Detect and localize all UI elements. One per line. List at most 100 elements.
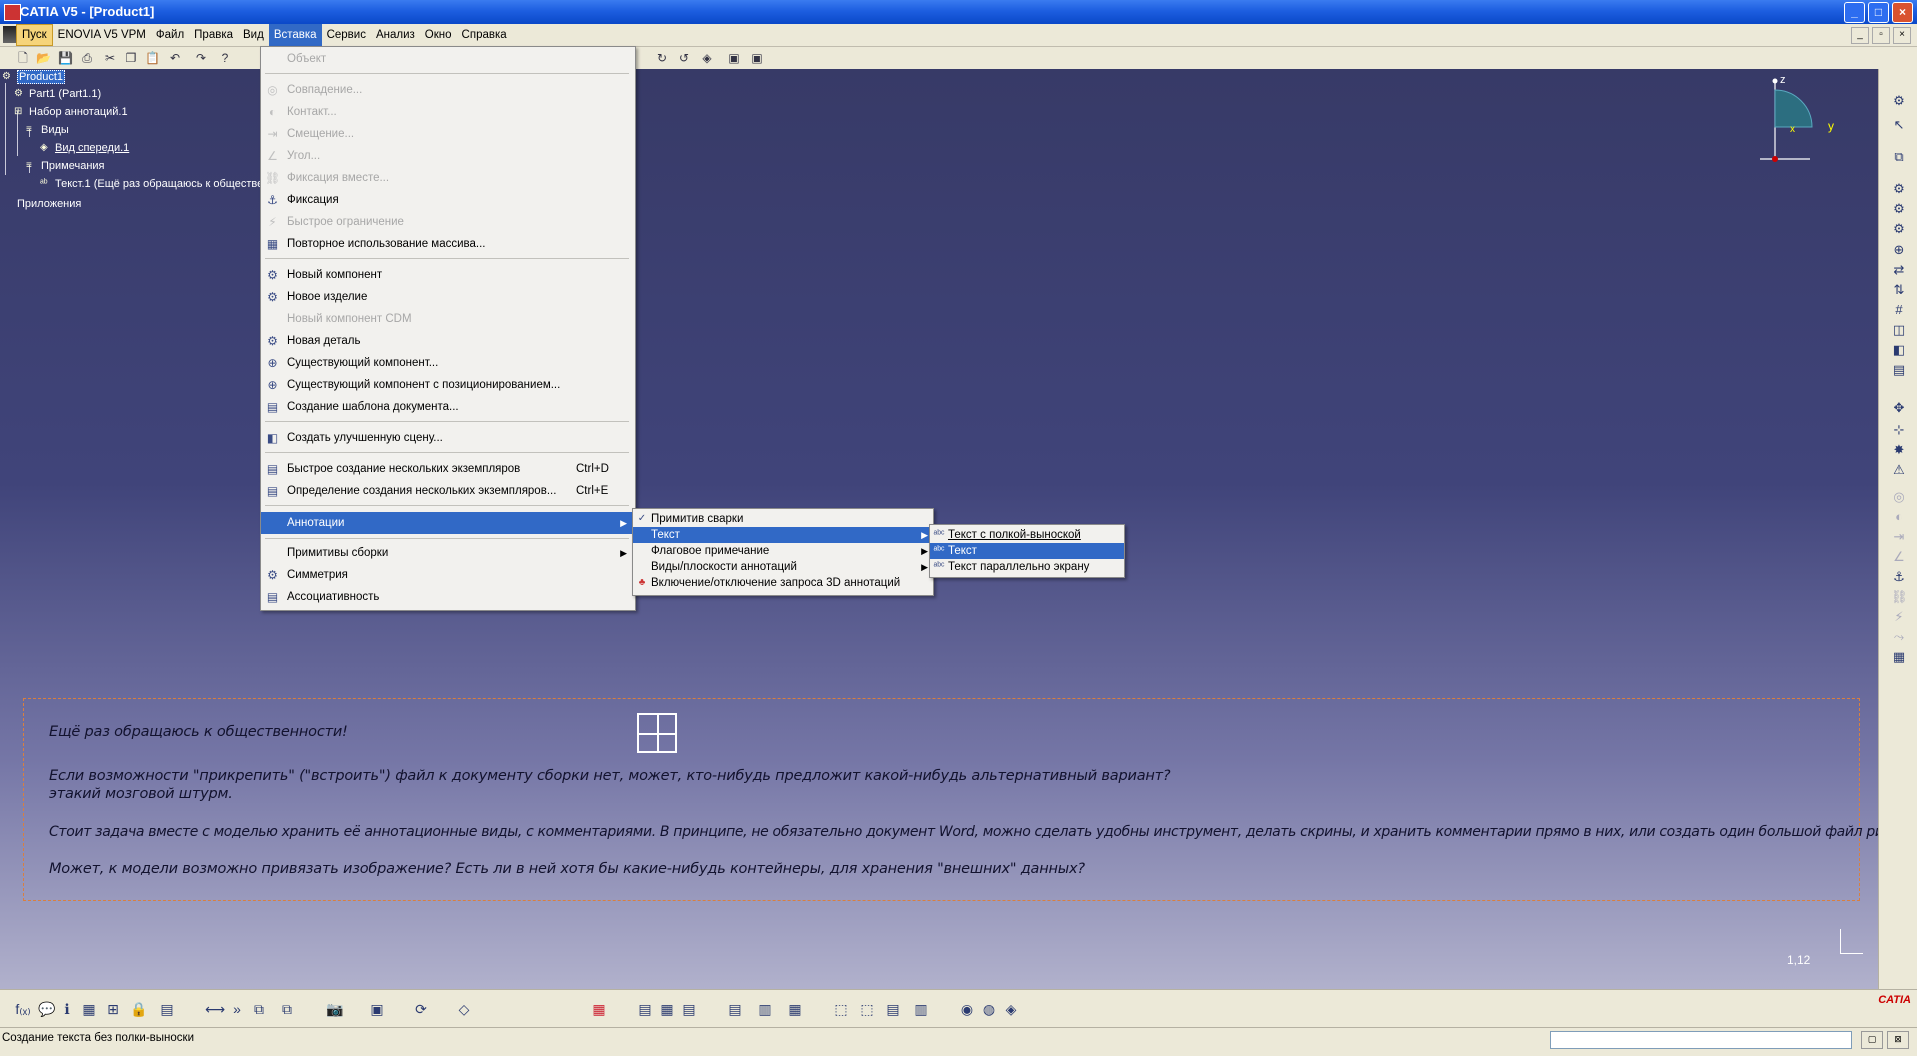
status-button-2[interactable]: ⊠ bbox=[1887, 1031, 1909, 1049]
menu-item-contact[interactable]: ◐ Контакт... bbox=[261, 102, 633, 122]
tree-node-part[interactable]: ⚙ Part1 (Part1.1) bbox=[14, 88, 101, 100]
fix-icon[interactable]: ⚓ bbox=[1891, 569, 1907, 585]
filter-icon[interactable]: ⧉ bbox=[1891, 149, 1907, 165]
render-icon[interactable]: ◉ bbox=[958, 1000, 976, 1018]
menu-view[interactable]: Вид bbox=[238, 24, 269, 46]
menu-window[interactable]: Окно bbox=[420, 24, 457, 46]
command-input[interactable] bbox=[1550, 1031, 1852, 1049]
menu-item-symmetry[interactable]: ⚙ Симметрия bbox=[261, 565, 633, 585]
comment-icon[interactable]: 💬 bbox=[38, 1000, 56, 1018]
open-file-icon[interactable]: 📂 bbox=[36, 51, 51, 65]
fix-together-icon[interactable]: ⛓ bbox=[1891, 589, 1908, 605]
minimize-button[interactable]: _ bbox=[1844, 2, 1865, 23]
manipulate-3d-icon[interactable]: ⬚ bbox=[832, 1000, 850, 1018]
publish-icon[interactable]: ▤ bbox=[726, 1000, 744, 1018]
explode-icon[interactable]: ✸ bbox=[1891, 442, 1907, 458]
maximize-button[interactable]: □ bbox=[1868, 2, 1889, 23]
menu-analysis[interactable]: Анализ bbox=[371, 24, 420, 46]
menu-edit[interactable]: Правка bbox=[189, 24, 238, 46]
menu-item-object[interactable]: Объект bbox=[261, 49, 633, 69]
lock-icon[interactable]: 🔒 bbox=[130, 1000, 148, 1018]
apply-material-icon[interactable]: ◈ bbox=[1002, 1000, 1020, 1018]
submenu-item-text-with-leader[interactable]: ᵃᵇᶜ Текст с полкой-выноской bbox=[930, 527, 1124, 543]
new-file-icon[interactable]: 🗋 bbox=[16, 51, 30, 65]
submenu-item-toggle-3d-query[interactable]: ♣ Включение/отключение запроса 3D аннота… bbox=[633, 575, 933, 591]
menu-item-fast-multi-instantiation[interactable]: ▤ Быстрое создание нескольких экземпляро… bbox=[261, 459, 633, 479]
multi-view-icon[interactable]: ▣ bbox=[750, 51, 764, 65]
coincidence-icon[interactable]: ◎ bbox=[1891, 489, 1907, 505]
submenu-item-text-plain[interactable]: ᵃᵇᶜ Текст bbox=[930, 543, 1124, 559]
status-button-1[interactable]: ▢ bbox=[1861, 1031, 1883, 1049]
menu-insert[interactable]: Вставка bbox=[268, 24, 322, 46]
tree-node-front-view[interactable]: ◈ Вид спереди.1 bbox=[40, 142, 129, 154]
snap-3d-icon[interactable]: ⬚ bbox=[858, 1000, 876, 1018]
bill-of-materials-icon[interactable]: ▤ bbox=[636, 1000, 654, 1018]
menu-item-new-part[interactable]: ⚙ Новая деталь bbox=[261, 331, 633, 351]
reorder-icon[interactable]: ⇅ bbox=[1891, 282, 1907, 298]
submenu-item-flag-note[interactable]: Флаговое примечание ▶ bbox=[633, 543, 933, 559]
undo-icon[interactable]: ↶ bbox=[168, 51, 182, 65]
sections-icon[interactable]: ⧉ bbox=[250, 1000, 268, 1018]
contact-icon[interactable]: ◐ bbox=[1891, 509, 1907, 525]
tree-node-text-note[interactable]: ᵃᵇ Текст.1 (Ещё раз обращаюсь к обществе… bbox=[40, 178, 275, 190]
graph-icon[interactable]: ◫ bbox=[1891, 322, 1907, 338]
submenu-item-annotation-views[interactable]: Виды/плоскости аннотаций ▶ bbox=[633, 559, 933, 575]
constraints-analysis-icon[interactable]: ▥ bbox=[756, 1000, 774, 1018]
clash-check-icon[interactable]: ⧉ bbox=[278, 1000, 296, 1018]
menu-item-new-component-cdm[interactable]: Новый компонент CDM bbox=[261, 309, 633, 329]
menu-file[interactable]: Файл bbox=[151, 24, 189, 46]
manipulate-icon[interactable]: ✥ bbox=[1891, 400, 1907, 416]
flexible-icon[interactable]: ⤳ bbox=[1891, 629, 1907, 645]
menu-item-new-component[interactable]: ⚙ Новый компонент bbox=[261, 265, 633, 285]
material-icon[interactable]: ◍ bbox=[980, 1000, 998, 1018]
save-icon[interactable]: 💾 bbox=[58, 51, 73, 65]
angle-icon[interactable]: ∠ bbox=[1891, 549, 1907, 565]
whats-this-icon[interactable]: ? bbox=[218, 51, 232, 65]
doc-close-button[interactable]: × bbox=[1893, 27, 1911, 44]
menu-item-new-product[interactable]: ⚙ Новое изделие bbox=[261, 287, 633, 307]
menu-item-coincidence[interactable]: ◎ Совпадение... bbox=[261, 80, 633, 100]
menu-tools[interactable]: Сервис bbox=[322, 24, 371, 46]
tree-icon[interactable]: ⊞ bbox=[104, 1000, 122, 1018]
compass-icon[interactable]: z y x bbox=[1760, 75, 1840, 165]
menu-item-fix-together[interactable]: ⛓ Фиксация вместе... bbox=[261, 168, 633, 188]
catia-app-icon[interactable] bbox=[4, 4, 21, 21]
paste-icon[interactable]: 📋 bbox=[145, 51, 160, 65]
part-icon[interactable]: ⚙ bbox=[1891, 221, 1907, 237]
tree-node-views[interactable]: ≡ Виды bbox=[26, 124, 69, 136]
quick-constraint-icon[interactable]: ⚡ bbox=[1891, 609, 1907, 625]
menu-help[interactable]: Справка bbox=[457, 24, 512, 46]
formula-icon[interactable]: f₍ₓ₎ bbox=[14, 1000, 32, 1018]
camera-icon[interactable]: 📷 bbox=[326, 1000, 344, 1018]
spin-icon[interactable]: ↺ bbox=[677, 51, 691, 65]
menu-start[interactable]: Пуск bbox=[16, 24, 53, 46]
submenu-item-weld-features[interactable]: ✓ Примитив сварки bbox=[633, 511, 933, 527]
reuse-pattern-icon[interactable]: ▦ bbox=[1891, 649, 1907, 665]
doc-restore-button[interactable]: ▫ bbox=[1872, 27, 1890, 44]
menu-item-define-multi-instantiation[interactable]: ▤ Определение создания нескольких экземп… bbox=[261, 481, 633, 501]
select-icon[interactable]: ↖ bbox=[1891, 117, 1907, 133]
measure-item-icon[interactable]: » bbox=[228, 1000, 246, 1018]
replace-icon[interactable]: ⇄ bbox=[1891, 262, 1907, 278]
clash-icon[interactable]: ⚠ bbox=[1891, 462, 1907, 478]
menu-item-annotations[interactable]: Аннотации ▶ bbox=[261, 512, 633, 534]
numbering-icon[interactable]: # bbox=[1891, 302, 1907, 318]
existing-component-icon[interactable]: ⊕ bbox=[1891, 242, 1907, 258]
degrees-of-freedom-icon[interactable]: ▦ bbox=[786, 1000, 804, 1018]
assembly-analysis-icon[interactable]: ▤ bbox=[680, 1000, 698, 1018]
redo-icon[interactable]: ↷ bbox=[194, 51, 208, 65]
dependencies-icon[interactable]: ▤ bbox=[884, 1000, 902, 1018]
menu-item-fix[interactable]: ⚓ Фиксация bbox=[261, 190, 633, 210]
menu-item-reuse-pattern[interactable]: ▦ Повторное использование массива... bbox=[261, 234, 633, 254]
menu-item-offset[interactable]: ⇥ Смещение... bbox=[261, 124, 633, 144]
tree-node-annotation-set[interactable]: ⊞ Набор аннотаций.1 bbox=[14, 106, 128, 118]
offset-icon[interactable]: ⇥ bbox=[1891, 529, 1907, 545]
doc-minimize-button[interactable]: _ bbox=[1851, 27, 1869, 44]
normal-view-icon[interactable]: ▣ bbox=[727, 51, 741, 65]
snap-icon[interactable]: ⊹ bbox=[1891, 422, 1907, 438]
scene-icon[interactable]: ◧ bbox=[1891, 342, 1907, 358]
multi-instance-icon[interactable]: ▤ bbox=[1891, 362, 1907, 378]
print-icon[interactable]: ⎙ bbox=[80, 51, 94, 65]
document-icon[interactable] bbox=[3, 26, 17, 43]
tree-node-product[interactable]: ⚙ Product1 bbox=[2, 70, 66, 84]
